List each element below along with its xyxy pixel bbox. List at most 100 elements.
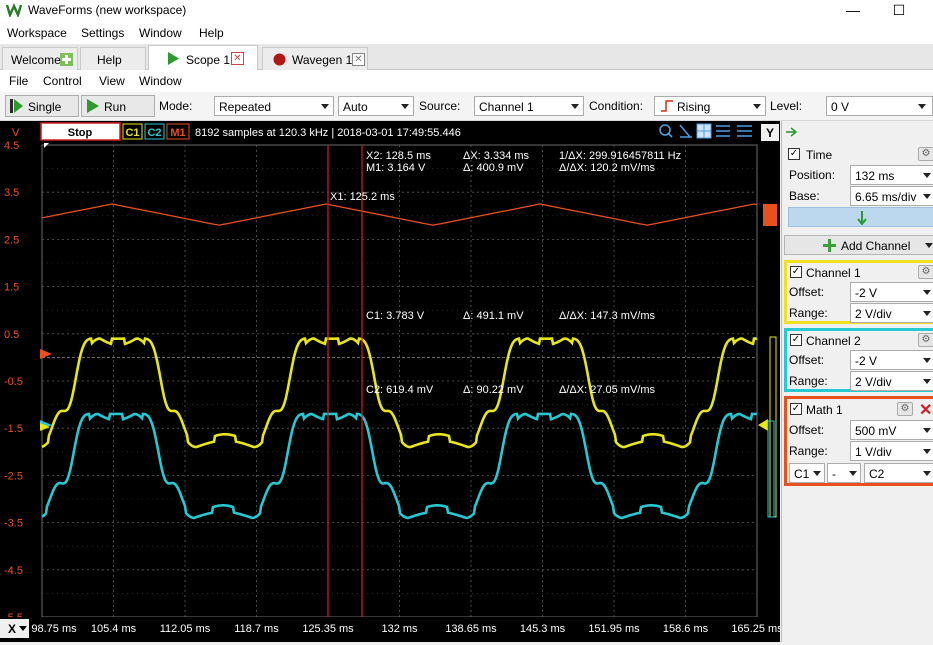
menu-help[interactable]: Help: [199, 26, 224, 40]
channel-1-checkbox[interactable]: ✓: [790, 266, 802, 278]
menu-settings[interactable]: Settings: [81, 26, 124, 40]
time-apply-button[interactable]: [788, 207, 933, 227]
condition-select[interactable]: Rising: [654, 96, 766, 116]
minimize-button[interactable]: —: [830, 0, 876, 22]
menu-view[interactable]: View: [99, 74, 125, 88]
gear-icon[interactable]: ⚙: [918, 333, 933, 347]
math-1-range-value: 1 V/div: [855, 445, 892, 459]
run-button[interactable]: Run: [81, 95, 155, 117]
base-label: Base:: [789, 189, 820, 203]
tab-welcome[interactable]: Welcome: [2, 47, 78, 70]
c2-tag-label: C2: [147, 127, 161, 139]
y-tick-label: -3.5: [4, 518, 23, 530]
arrow-down-icon: [857, 211, 867, 225]
menu-file[interactable]: File: [9, 74, 28, 88]
y-tick-label: -0.5: [4, 376, 23, 388]
level-value: 0 V: [831, 100, 850, 114]
position-select[interactable]: 132 ms: [850, 165, 933, 185]
x-axis-button-label: X: [8, 622, 16, 636]
chevron-down-icon: [925, 243, 933, 248]
x-axis-ticks: 98.75 ms 105.4 ms 112.05 ms 118.7 ms 125.35 …: [31, 623, 783, 635]
math-1-range-select[interactable]: 1 V/div: [850, 441, 933, 461]
tab-scope-1[interactable]: Scope 1 ✕: [148, 45, 258, 71]
base-value: 6.65 ms/div: [855, 190, 917, 204]
channel-2-offset-select[interactable]: -2 V: [850, 350, 933, 370]
close-scope-tab-icon[interactable]: ✕: [231, 52, 244, 65]
channel-1-offset-label: Offset:: [789, 285, 825, 299]
arrow-right-icon[interactable]: [786, 127, 798, 137]
level-select[interactable]: 0 V: [826, 96, 933, 116]
c1-range-bracket: [769, 336, 777, 518]
tab-help[interactable]: Help: [80, 47, 146, 70]
cursor-icon[interactable]: [679, 124, 692, 138]
auto-value: Auto: [343, 100, 368, 114]
math-operator-value: -: [832, 467, 836, 481]
math-1-trace: [41, 203, 758, 226]
x-tick-label: 158.6 ms: [663, 623, 709, 635]
measure-icon[interactable]: [716, 125, 730, 137]
x-tick-label: 151.95 ms: [588, 623, 640, 635]
acquisition-info: 8192 samples at 120.3 kHz | 2018-03-01 1…: [195, 127, 461, 139]
tab-wavegen-1[interactable]: Wavegen 1 ✕: [262, 47, 368, 70]
grid-icon[interactable]: [696, 123, 712, 139]
channel-1-range-select[interactable]: 2 V/div: [850, 303, 933, 323]
gear-icon[interactable]: ⚙: [918, 265, 933, 279]
gear-icon[interactable]: ⚙: [897, 402, 913, 416]
oscilloscope-plot[interactable]: V Stop C1 C2 M1 8192 samples at 120.3 kH…: [0, 121, 780, 642]
channel-1-label: Channel 1: [806, 266, 861, 280]
cursor-x1-label: X1: 125.2 ms: [330, 191, 395, 203]
list-icon[interactable]: [737, 125, 752, 137]
m1-range-marker[interactable]: [763, 204, 777, 226]
menu-instrument-window[interactable]: Window: [139, 74, 182, 88]
trigger-level-marker[interactable]: [758, 419, 768, 431]
add-channel-button[interactable]: Add Channel: [784, 235, 933, 255]
tab-help-label: Help: [97, 53, 122, 67]
channel-2-range-select[interactable]: 2 V/div: [850, 371, 933, 391]
remove-math-icon[interactable]: ✕: [919, 400, 932, 420]
toolbar: Single Run Mode: Repeated Auto Source: C…: [0, 92, 933, 121]
close-wavegen-tab-icon[interactable]: ✕: [352, 53, 365, 66]
menu-workspace[interactable]: Workspace: [7, 26, 67, 40]
channel-1-offset-select[interactable]: -2 V: [850, 282, 933, 302]
source-select[interactable]: Channel 1: [474, 96, 584, 116]
y-tick-label: -2.5: [4, 470, 23, 482]
mode-select[interactable]: Repeated: [214, 96, 334, 116]
chevron-down-icon: [923, 379, 931, 384]
y-tick-label: -1.5: [4, 423, 23, 435]
math-operand-a-select[interactable]: C1: [789, 463, 825, 483]
time-group: ✓ Time ⚙ Position: 132 ms Base: 6.65 ms/…: [784, 145, 933, 231]
zoom-icon[interactable]: [659, 124, 673, 138]
math-operand-b-select[interactable]: C2: [864, 463, 933, 483]
chevron-down-icon: [813, 471, 821, 476]
y-tick-label: 1.5: [4, 282, 19, 294]
single-button[interactable]: Single: [5, 95, 79, 117]
gear-icon[interactable]: ⚙: [918, 147, 933, 161]
math-1-offset-select[interactable]: 500 mV: [850, 420, 933, 440]
maximize-button[interactable]: ☐: [876, 0, 922, 22]
c1-value-label: C1: 3.783 V: [366, 310, 425, 322]
math-operator-select[interactable]: -: [827, 463, 861, 483]
auto-select[interactable]: Auto: [338, 96, 414, 116]
math-1-label: Math 1: [806, 403, 843, 417]
menu-window[interactable]: Window: [139, 26, 182, 40]
single-label: Single: [28, 100, 62, 114]
channel-2-checkbox[interactable]: ✓: [790, 334, 802, 346]
m1-offset-marker[interactable]: [40, 349, 52, 359]
title-bar: WaveForms (new workspace) — ☐: [0, 0, 933, 22]
menu-control[interactable]: Control: [43, 74, 82, 88]
x-tick-label: 145.3 ms: [520, 623, 566, 635]
level-label: Level:: [770, 99, 803, 113]
c2-range-bracket: [767, 420, 775, 518]
run-label: Run: [104, 100, 127, 114]
add-icon: [823, 239, 836, 252]
channel-2-range-value: 2 V/div: [855, 375, 892, 389]
c1-delta-label: Δ: 491.1 mV: [463, 310, 524, 322]
condition-value: Rising: [677, 100, 711, 114]
math-1-group: ✓ Math 1 ⚙ ✕ Offset: 500 mV Range: 1 V/d…: [784, 396, 933, 486]
math-1-checkbox[interactable]: ✓: [790, 403, 802, 415]
channel-1-range-value: 2 V/div: [855, 307, 892, 321]
chevron-down-icon: [571, 104, 579, 109]
base-select[interactable]: 6.65 ms/div: [850, 186, 933, 206]
time-checkbox[interactable]: ✓: [788, 148, 800, 160]
source-value: Channel 1: [479, 100, 534, 114]
